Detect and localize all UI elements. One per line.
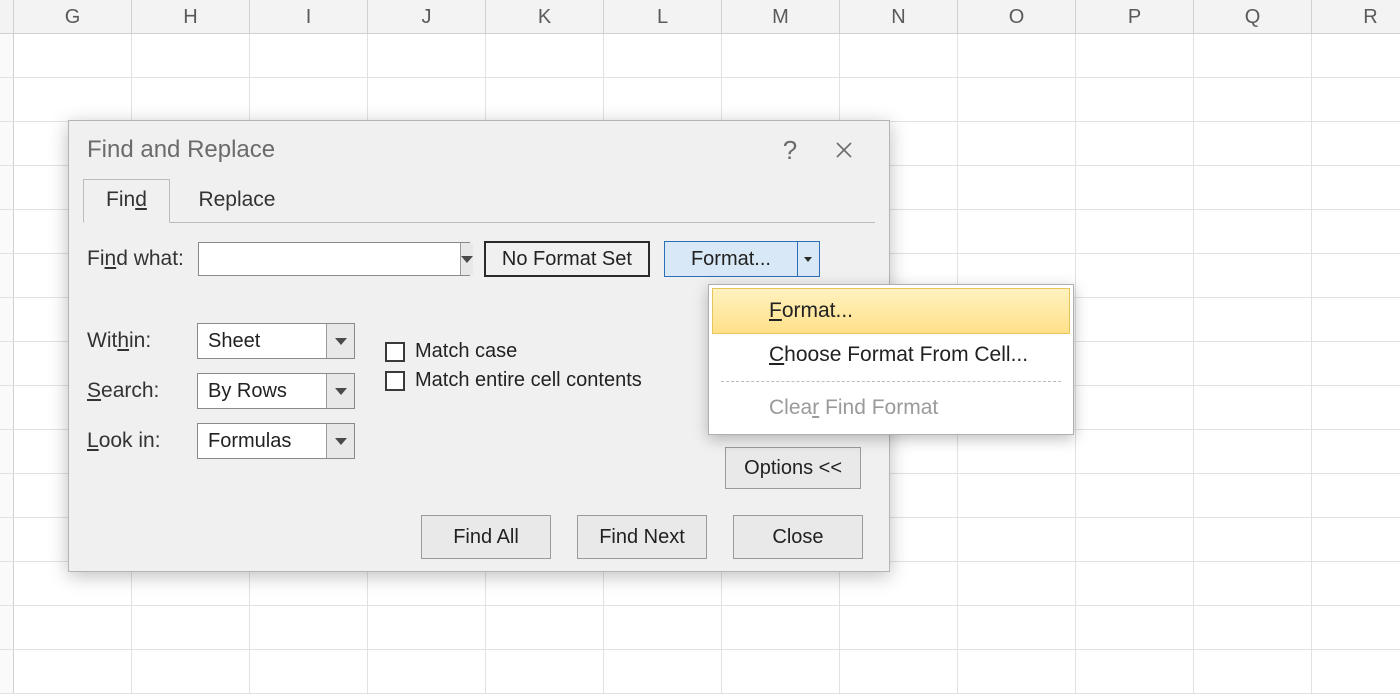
find-what-label: Find what: [87,247,184,271]
checkbox-icon [385,342,405,362]
format-preview: No Format Set [484,241,650,277]
chevron-down-icon[interactable] [326,324,354,358]
chevron-down-icon[interactable] [326,424,354,458]
close-dialog-button[interactable]: Close [733,515,863,559]
within-select[interactable]: Sheet [197,323,355,359]
col-header[interactable]: G [14,0,132,33]
match-case-label: Match case [415,340,517,363]
chevron-down-icon[interactable] [460,243,473,275]
format-split-button[interactable]: Format... [664,241,820,277]
col-header[interactable]: M [722,0,840,33]
col-header[interactable]: L [604,0,722,33]
chevron-down-icon[interactable] [326,374,354,408]
close-icon [835,141,853,159]
find-all-button[interactable]: Find All [421,515,551,559]
format-button-label[interactable]: Format... [665,242,797,276]
menu-separator [721,381,1061,382]
search-label: Search: [87,379,183,403]
format-dropdown-arrow[interactable] [797,242,819,276]
col-header[interactable]: I [250,0,368,33]
col-header[interactable]: O [958,0,1076,33]
col-header[interactable]: J [368,0,486,33]
tabstrip: Find Replace [83,179,875,223]
format-dropdown-menu: Format... Choose Format From Cell... Cle… [708,284,1074,435]
lookin-label: Look in: [87,429,183,453]
tab-find[interactable]: Find [83,179,170,223]
search-value: By Rows [198,374,326,408]
column-headers: G H I J K L M N O P Q R [0,0,1400,34]
within-value: Sheet [198,324,326,358]
col-header[interactable]: Q [1194,0,1312,33]
lookin-value: Formulas [198,424,326,458]
checkbox-icon [385,371,405,391]
within-label: Within: [87,329,183,353]
col-header[interactable]: R [1312,0,1400,33]
menu-item-format[interactable]: Format... [712,288,1070,334]
menu-item-clear-find-format: Clear Find Format [713,386,1069,430]
dialog-titlebar[interactable]: Find and Replace ? [69,121,889,179]
col-header[interactable]: H [132,0,250,33]
dialog-title: Find and Replace [87,136,275,164]
find-next-button[interactable]: Find Next [577,515,707,559]
tab-replace[interactable]: Replace [175,179,298,222]
col-header[interactable]: N [840,0,958,33]
find-what-input[interactable] [199,243,460,275]
options-button[interactable]: Options << [725,447,861,489]
match-entire-label: Match entire cell contents [415,369,642,392]
lookin-select[interactable]: Formulas [197,423,355,459]
find-what-combo[interactable] [198,242,470,276]
dialog-footer: Find All Find Next Close [69,503,889,571]
col-header[interactable]: P [1076,0,1194,33]
close-button[interactable] [817,130,871,170]
help-button[interactable]: ? [763,130,817,170]
search-select[interactable]: By Rows [197,373,355,409]
col-header[interactable]: K [486,0,604,33]
menu-item-choose-format-from-cell[interactable]: Choose Format From Cell... [713,333,1069,377]
